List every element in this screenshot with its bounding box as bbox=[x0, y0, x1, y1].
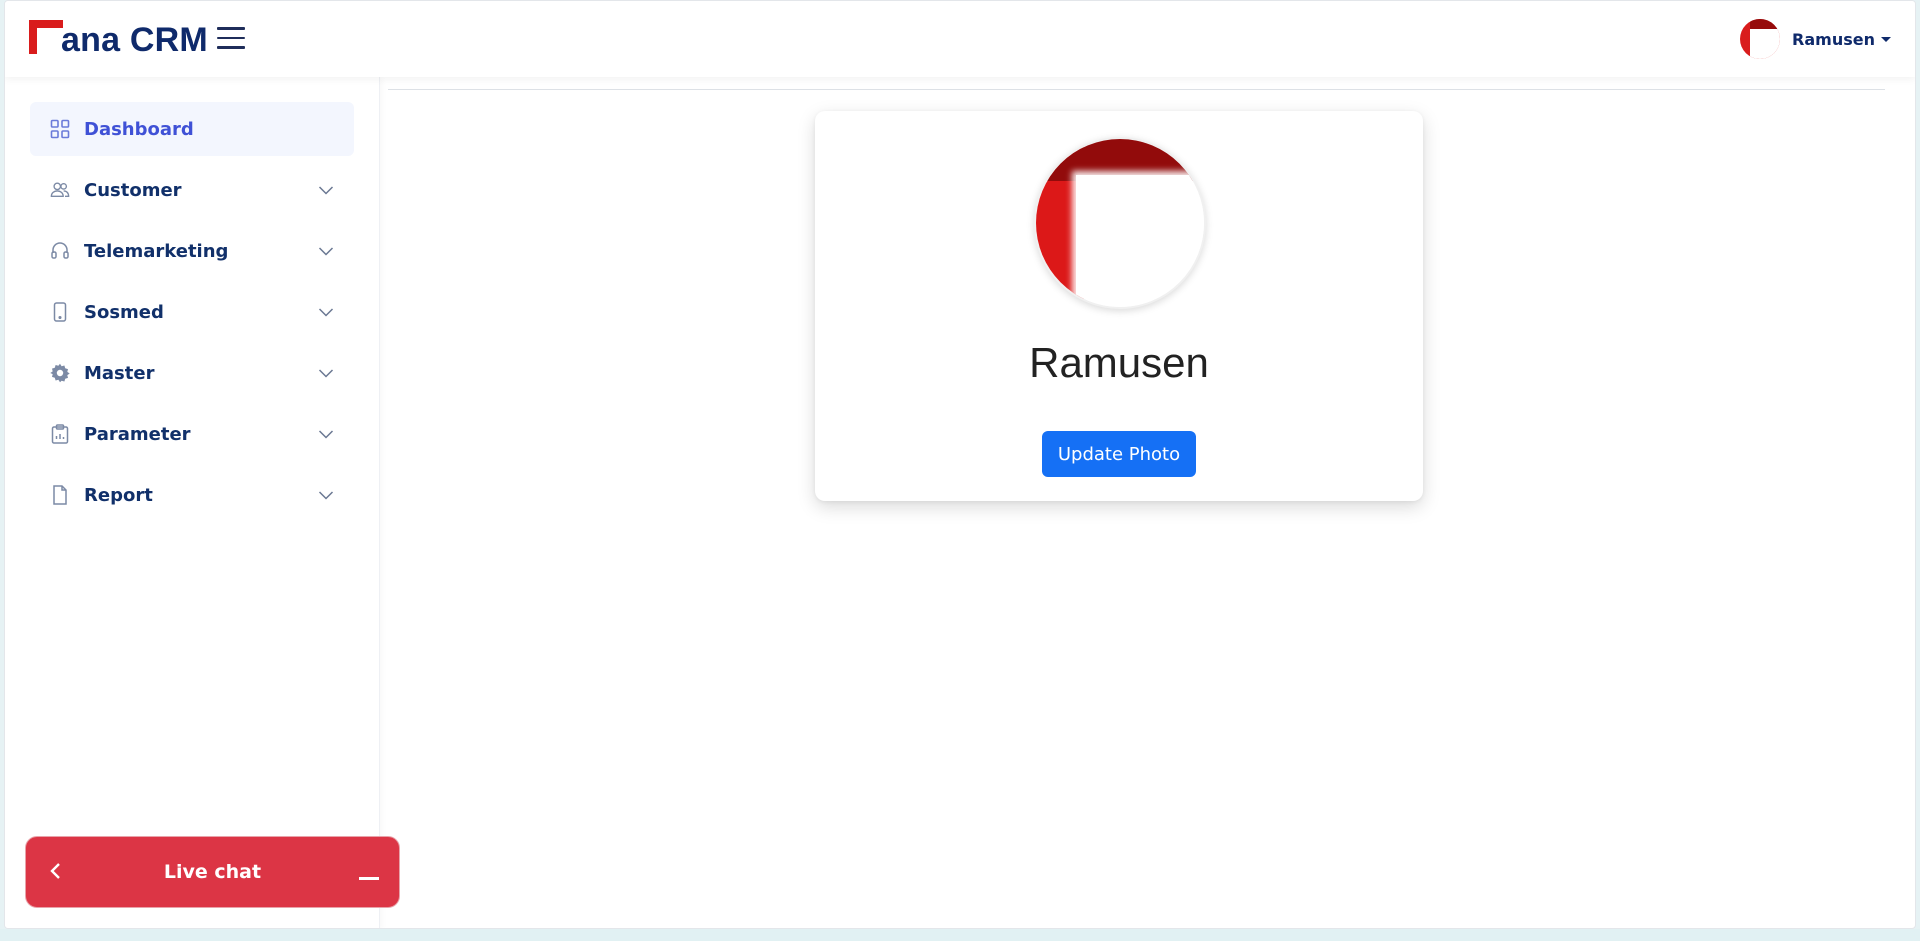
sidebar-item-customer[interactable]: Customer bbox=[30, 163, 354, 217]
sidebar-item-sosmed[interactable]: Sosmed bbox=[30, 285, 354, 339]
profile-name: Ramusen bbox=[1029, 339, 1209, 386]
minimize-icon[interactable] bbox=[359, 877, 379, 880]
logo-mark-icon bbox=[29, 20, 63, 54]
phone-icon bbox=[50, 302, 70, 322]
chevron-down-icon[interactable] bbox=[318, 243, 334, 259]
headset-icon bbox=[50, 241, 70, 261]
document-icon bbox=[50, 485, 70, 505]
chevron-down-icon[interactable] bbox=[318, 487, 334, 503]
caret-down-icon bbox=[1881, 36, 1891, 42]
live-chat-widget[interactable]: Live chat bbox=[25, 836, 400, 908]
sidebar-item-label: Telemarketing bbox=[84, 240, 229, 262]
chevron-down-icon[interactable] bbox=[318, 304, 334, 320]
chevron-down-icon[interactable] bbox=[318, 426, 334, 442]
sidebar-item-label: Master bbox=[84, 362, 155, 384]
brand-name: ana CRM bbox=[61, 20, 208, 59]
profile-photo bbox=[1034, 137, 1206, 309]
app-window: ana CRM Ramusen Dashboard Customer Telem… bbox=[4, 0, 1916, 929]
avatar bbox=[1740, 19, 1781, 59]
menu-toggle-icon[interactable] bbox=[217, 27, 247, 51]
sidebar: Dashboard Customer Telemarketing Sosmed … bbox=[5, 77, 380, 928]
update-photo-button[interactable]: Update Photo bbox=[1042, 431, 1196, 477]
brand-logo[interactable]: ana CRM bbox=[29, 17, 208, 59]
taskbar-strip bbox=[0, 929, 1920, 941]
sidebar-item-label: Customer bbox=[84, 179, 182, 201]
chevron-down-icon[interactable] bbox=[318, 365, 334, 381]
clipboard-icon bbox=[50, 424, 70, 444]
users-icon bbox=[50, 180, 70, 200]
sidebar-item-master[interactable]: Master bbox=[30, 346, 354, 400]
sidebar-item-report[interactable]: Report bbox=[30, 468, 354, 522]
chevron-down-icon[interactable] bbox=[318, 182, 334, 198]
divider bbox=[388, 89, 1885, 90]
gear-icon bbox=[50, 363, 70, 383]
top-navbar: ana CRM Ramusen bbox=[5, 1, 1915, 77]
sidebar-item-dashboard[interactable]: Dashboard bbox=[30, 102, 354, 156]
sidebar-item-telemarketing[interactable]: Telemarketing bbox=[30, 224, 354, 278]
sidebar-item-label: Dashboard bbox=[84, 118, 194, 140]
sidebar-nav: Dashboard Customer Telemarketing Sosmed … bbox=[5, 77, 379, 522]
user-menu[interactable]: Ramusen bbox=[1740, 19, 1891, 59]
sidebar-item-label: Parameter bbox=[84, 423, 191, 445]
grid-icon bbox=[50, 119, 70, 139]
sidebar-item-label: Report bbox=[84, 484, 153, 506]
profile-card: Ramusen Update Photo bbox=[815, 111, 1423, 501]
user-name: Ramusen bbox=[1792, 29, 1875, 49]
live-chat-title: Live chat bbox=[163, 861, 262, 883]
sidebar-item-label: Sosmed bbox=[84, 301, 164, 323]
main-content: Ramusen Update Photo bbox=[380, 77, 1915, 928]
sidebar-item-parameter[interactable]: Parameter bbox=[30, 407, 354, 461]
